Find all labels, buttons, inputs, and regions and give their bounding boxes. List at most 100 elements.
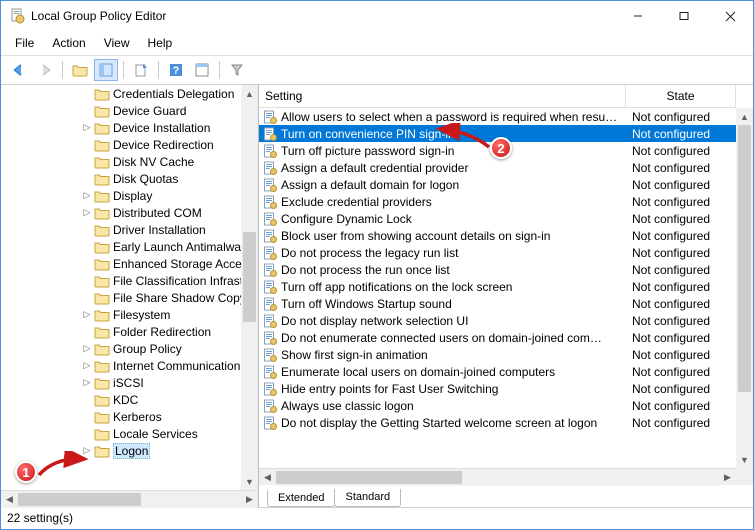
list-row[interactable]: Turn off app notifications on the lock s… [259,278,736,295]
menu-file[interactable]: File [7,33,42,53]
expander-icon[interactable] [81,156,93,168]
tree-item[interactable]: ▷Internet Communication M [1,357,258,374]
tree-item-label: Disk NV Cache [113,155,194,169]
expander-icon[interactable] [81,428,93,440]
close-button[interactable] [707,1,753,31]
tree-item[interactable]: Driver Installation [1,221,258,238]
list-row[interactable]: Allow users to select when a password is… [259,108,736,125]
list-row[interactable]: Always use classic logonNot configured [259,397,736,414]
tree-item[interactable]: Early Launch Antimalware [1,238,258,255]
list-row[interactable]: Do not display the Getting Started welco… [259,414,736,431]
tree-item[interactable]: Disk Quotas [1,170,258,187]
expander-icon[interactable] [81,173,93,185]
list-row[interactable]: Exclude credential providersNot configur… [259,193,736,210]
list-row[interactable]: Turn off Windows Startup soundNot config… [259,295,736,312]
column-state[interactable]: State [626,85,736,107]
tree-scroll-down[interactable]: ▼ [241,473,258,490]
expander-icon[interactable] [81,292,93,304]
list-row[interactable]: Do not enumerate connected users on doma… [259,329,736,346]
tree-item[interactable]: Disk NV Cache [1,153,258,170]
list-scroll-up[interactable]: ▲ [736,108,753,125]
expander-icon[interactable]: ▷ [81,445,93,457]
expander-icon[interactable]: ▷ [81,377,93,389]
expander-icon[interactable] [81,139,93,151]
tree-scroll-thumb-v[interactable] [243,232,256,322]
list-row[interactable]: Assign a default domain for logonNot con… [259,176,736,193]
folder-icon [94,104,110,118]
tree-item[interactable]: Device Redirection [1,136,258,153]
menu-view[interactable]: View [96,33,138,53]
help-button[interactable]: ? [164,59,188,81]
properties-button[interactable] [190,59,214,81]
list-scroll-thumb-h[interactable] [276,471,462,484]
tree-item[interactable]: ▷Group Policy [1,340,258,357]
tree-item[interactable]: Locale Services [1,425,258,442]
tab-extended[interactable]: Extended [267,490,335,507]
list-row[interactable]: Do not process the run once listNot conf… [259,261,736,278]
tree-item[interactable]: ▷Filesystem [1,306,258,323]
menu-help[interactable]: Help [140,33,181,53]
tree-item[interactable]: File Classification Infrastruc [1,272,258,289]
expander-icon[interactable]: ▷ [81,309,93,321]
list-row[interactable]: Show first sign-in animationNot configur… [259,346,736,363]
back-button[interactable] [7,59,31,81]
list-scroll-right[interactable]: ▶ [719,469,736,486]
expander-icon[interactable] [81,326,93,338]
list-row[interactable]: Do not process the legacy run listNot co… [259,244,736,261]
filter-button[interactable] [225,59,249,81]
tree-item[interactable]: ▷Logon [1,442,258,459]
policy-icon [263,229,277,243]
list-row[interactable]: Do not display network selection UINot c… [259,312,736,329]
folder-icon [94,223,110,237]
export-button[interactable] [129,59,153,81]
minimize-button[interactable] [615,1,661,31]
expander-icon[interactable] [81,241,93,253]
expander-icon[interactable]: ▷ [81,190,93,202]
column-setting[interactable]: Setting [259,85,626,107]
list-row[interactable]: Configure Dynamic LockNot configured [259,210,736,227]
tree-item[interactable]: Kerberos [1,408,258,425]
tree-scroll-thumb-h[interactable] [18,493,141,506]
tree-item[interactable]: KDC [1,391,258,408]
expander-icon[interactable] [81,411,93,423]
tree-item[interactable]: Credentials Delegation [1,85,258,102]
app-icon [9,8,25,24]
expander-icon[interactable] [81,394,93,406]
expander-icon[interactable] [81,88,93,100]
tree-view[interactable]: Credentials DelegationDevice Guard▷Devic… [1,85,258,490]
show-tree-button[interactable] [94,59,118,81]
menu-action[interactable]: Action [44,33,93,53]
tree-item[interactable]: ▷Device Installation [1,119,258,136]
expander-icon[interactable] [81,275,93,287]
expander-icon[interactable]: ▷ [81,122,93,134]
tree-item[interactable]: ▷iSCSI [1,374,258,391]
list-row[interactable]: Enumerate local users on domain-joined c… [259,363,736,380]
expander-icon[interactable] [81,258,93,270]
tab-standard[interactable]: Standard [334,489,401,507]
expander-icon[interactable] [81,224,93,236]
up-button[interactable] [68,59,92,81]
list-scroll-down[interactable]: ▼ [736,451,753,468]
expander-icon[interactable] [81,105,93,117]
settings-list[interactable]: Allow users to select when a password is… [259,108,736,468]
tree-item[interactable]: ▷Display [1,187,258,204]
folder-icon [94,325,110,339]
expander-icon[interactable]: ▷ [81,343,93,355]
tree-item[interactable]: Device Guard [1,102,258,119]
maximize-button[interactable] [661,1,707,31]
tree-item[interactable]: File Share Shadow Copy Pr [1,289,258,306]
tree-scroll-right[interactable]: ▶ [241,491,258,508]
expander-icon[interactable]: ▷ [81,207,93,219]
list-scroll-thumb-v[interactable] [738,125,751,392]
tree-item[interactable]: Folder Redirection [1,323,258,340]
list-row[interactable]: Block user from showing account details … [259,227,736,244]
tree-scroll-left[interactable]: ◀ [1,491,18,508]
list-row[interactable]: Hide entry points for Fast User Switchin… [259,380,736,397]
list-scroll-left[interactable]: ◀ [259,469,276,486]
forward-button[interactable] [33,59,57,81]
tree-scroll-up[interactable]: ▲ [241,85,258,102]
list-row[interactable]: Assign a default credential providerNot … [259,159,736,176]
tree-item[interactable]: Enhanced Storage Access [1,255,258,272]
tree-item[interactable]: ▷Distributed COM [1,204,258,221]
expander-icon[interactable]: ▷ [81,360,93,372]
